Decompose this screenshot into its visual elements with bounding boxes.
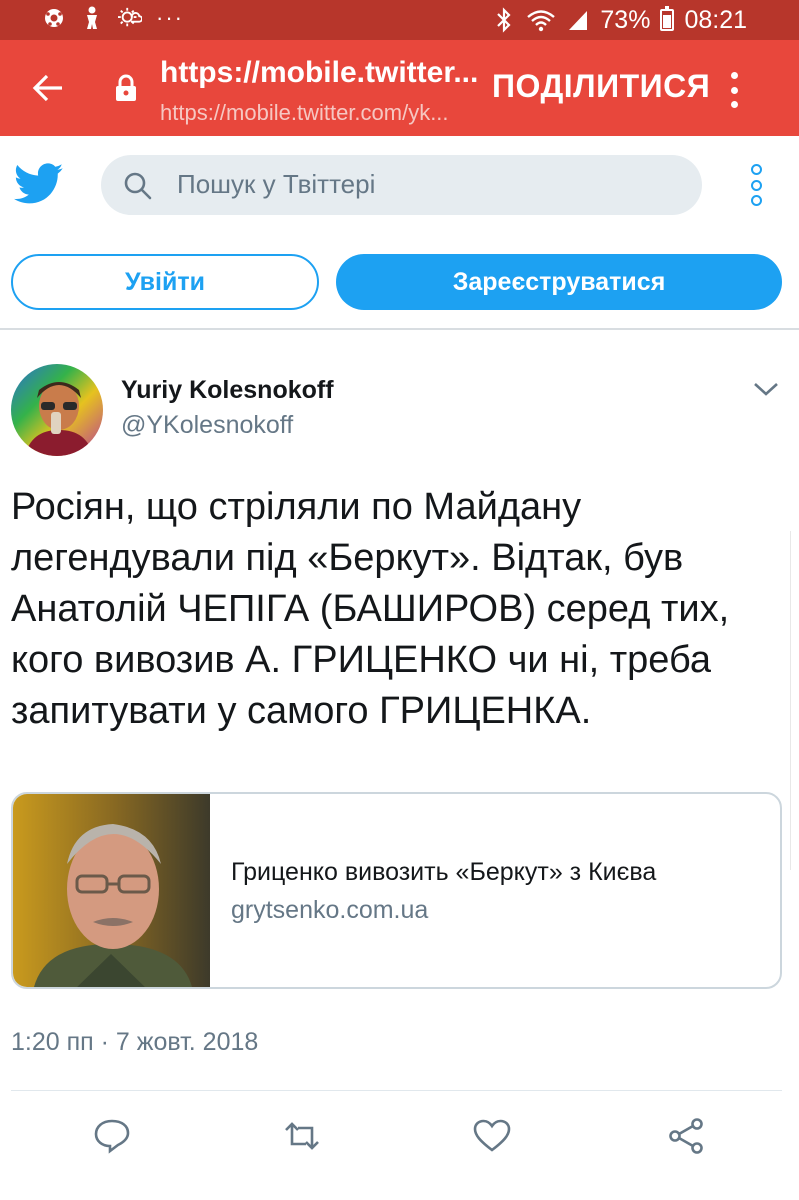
person-icon bbox=[80, 6, 104, 30]
card-thumbnail bbox=[13, 794, 210, 987]
status-notifications: ··· bbox=[42, 6, 184, 30]
wifi-icon bbox=[526, 8, 556, 32]
url-title[interactable]: https://mobile.twitter... bbox=[160, 56, 478, 90]
retweet-icon[interactable] bbox=[282, 1118, 322, 1154]
signup-button[interactable]: Зареєструватися bbox=[336, 254, 782, 310]
avatar[interactable] bbox=[11, 364, 103, 456]
tweet-text: Росіян, що стріляли по Майдану легендува… bbox=[11, 486, 730, 732]
tweet-timestamp[interactable]: 1:20 пп · 7 жовт. 2018 bbox=[11, 1028, 258, 1057]
clock: 08:21 bbox=[684, 6, 747, 34]
share-button[interactable]: ПОДІЛИТИСЯ bbox=[492, 68, 710, 105]
author-name[interactable]: Yuriy Kolesnokoff bbox=[121, 376, 334, 405]
search-icon bbox=[123, 171, 153, 201]
signal-icon bbox=[566, 8, 590, 32]
search-input[interactable]: Пошук у Твіттері bbox=[101, 155, 702, 215]
weather-icon bbox=[118, 6, 142, 30]
soccer-ball-icon bbox=[42, 6, 66, 30]
battery-icon bbox=[660, 6, 675, 31]
bluetooth-icon bbox=[492, 7, 516, 33]
twitter-bird-icon[interactable] bbox=[13, 163, 64, 205]
search-placeholder: Пошук у Твіттері bbox=[177, 169, 376, 199]
back-arrow-icon[interactable] bbox=[30, 70, 66, 106]
status-bar: ··· 73% 08:21 bbox=[0, 0, 799, 40]
status-overflow: ··· bbox=[156, 5, 184, 30]
actions-divider bbox=[11, 1090, 782, 1091]
browser-toolbar: https://mobile.twitter... https://mobile… bbox=[0, 40, 799, 136]
battery-percent: 73% bbox=[600, 6, 651, 34]
link-card[interactable]: Гриценко вивозить «Беркут» з Києва gryts… bbox=[11, 792, 782, 989]
card-domain[interactable]: grytsenko.com.ua bbox=[231, 896, 428, 925]
like-icon[interactable] bbox=[472, 1118, 512, 1154]
tweet-actions bbox=[0, 1110, 799, 1160]
card-title[interactable]: Гриценко вивозить «Беркут» з Києва bbox=[231, 858, 656, 887]
scroll-edge bbox=[790, 531, 799, 870]
login-button[interactable]: Увійти bbox=[11, 254, 319, 310]
chevron-down-icon[interactable] bbox=[752, 378, 780, 400]
lock-icon bbox=[114, 74, 138, 102]
status-indicators: 73% 08:21 bbox=[492, 6, 747, 34]
url-subtitle[interactable]: https://mobile.twitter.com/yk... bbox=[160, 100, 449, 126]
share-icon[interactable] bbox=[666, 1118, 706, 1154]
author-handle[interactable]: @YKolesnokoff bbox=[121, 411, 293, 440]
menu-dots-icon[interactable] bbox=[722, 72, 746, 108]
header-divider bbox=[0, 328, 799, 330]
reply-icon[interactable] bbox=[92, 1118, 132, 1154]
more-icon[interactable] bbox=[747, 164, 765, 206]
